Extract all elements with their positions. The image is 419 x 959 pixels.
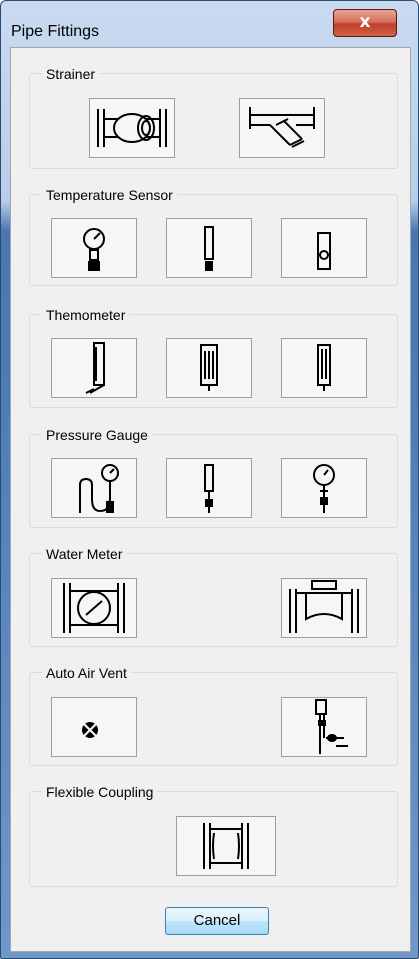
thermometer-angled-button[interactable] [51,338,137,398]
pressure-gauge-siphon-icon [79,464,119,513]
group-label: Auto Air Vent [42,665,131,681]
group-label: Pressure Gauge [42,427,152,443]
temperature-sensor-probe-button[interactable] [166,218,252,278]
temperature-sensor-inline-icon [317,232,331,270]
group-label: Temperature Sensor [42,187,177,203]
temperature-sensor-probe-icon [204,226,214,271]
cancel-button[interactable]: Cancel [165,907,269,935]
pipe-fittings-window: Pipe Fittings x Strainer Temperature Sen… [0,0,419,959]
group-strainer: Strainer [29,66,398,169]
strainer-y-type-icon [249,107,315,148]
temperature-sensor-dial-button[interactable] [51,218,137,278]
group-label: Water Meter [42,546,127,562]
window-title: Pipe Fittings [11,23,100,40]
air-vent-assembly-button[interactable] [281,697,367,757]
pressure-gauge-dial-button[interactable] [281,458,367,518]
strainer-basket-icon [97,109,167,147]
group-label: Flexible Coupling [42,784,158,800]
strainer-y-type-button[interactable] [239,98,325,158]
air-vent-assembly-icon [315,699,348,754]
thermometer-column-button[interactable] [281,338,367,398]
thermometer-column-icon [317,344,331,391]
group-label: Strainer [42,66,100,82]
water-meter-body-icon [289,580,359,633]
air-vent-symbol-button[interactable] [51,697,137,757]
temperature-sensor-inline-button[interactable] [281,218,367,278]
air-vent-symbol-icon [82,722,98,738]
pressure-gauge-siphon-button[interactable] [51,458,137,518]
close-button[interactable]: x [333,9,397,37]
water-meter-dial-icon [63,583,125,633]
strainer-basket-button[interactable] [89,98,175,158]
group-label: Themometer [42,307,130,323]
thermometer-straight-button[interactable] [166,338,252,398]
thermometer-angled-icon [85,342,105,394]
water-meter-body-button[interactable] [281,578,367,638]
flexible-coupling-icon [203,823,249,869]
close-icon: x [359,12,371,32]
pressure-gauge-straight-button[interactable] [166,458,252,518]
pressure-gauge-straight-icon [204,464,214,513]
temperature-sensor-dial-icon [83,228,105,271]
pressure-gauge-dial-icon [313,464,335,513]
thermometer-straight-icon [200,344,218,391]
title-bar[interactable]: Pipe Fittings x [1,1,418,43]
water-meter-dial-button[interactable] [51,578,137,638]
flexible-coupling-button[interactable] [176,816,276,876]
